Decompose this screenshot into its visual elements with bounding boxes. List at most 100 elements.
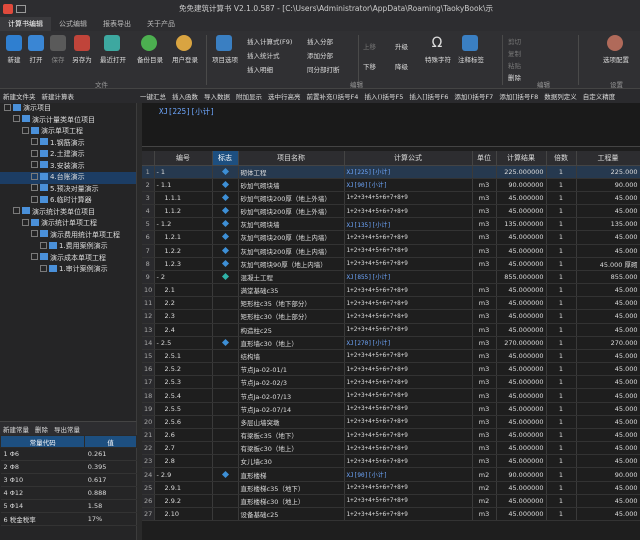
move-up-button[interactable]: 上移 bbox=[363, 41, 376, 51]
grid-cell[interactable]: 45.000000 bbox=[496, 454, 547, 469]
expand-toggle-icon[interactable] bbox=[31, 230, 38, 237]
editor-tool-2[interactable]: 导入数据 bbox=[201, 91, 233, 101]
grid-cell[interactable]: 1 bbox=[546, 191, 577, 206]
insert-detail-button[interactable]: 插入明细 bbox=[247, 64, 273, 74]
grid-cell[interactable]: - 1 bbox=[154, 165, 213, 179]
table-row[interactable]: 23 2.8 女儿墙c30 1+2+3+4+5+6+7+8+9 m3 45.000000 1… bbox=[142, 454, 640, 469]
grid-cell[interactable]: 45.000000 bbox=[496, 191, 547, 206]
grid-cell[interactable]: 1 bbox=[546, 257, 577, 271]
grid-cell[interactable]: 14 bbox=[142, 336, 155, 350]
expand-toggle-icon[interactable] bbox=[13, 207, 20, 214]
grid-cell[interactable]: 45.000 bbox=[576, 191, 640, 206]
flag-cell[interactable] bbox=[212, 323, 239, 337]
grid-cell[interactable]: 225.000000 bbox=[496, 165, 547, 179]
flag-cell[interactable] bbox=[212, 309, 239, 324]
grid-cell[interactable]: 灰加气砌块200厚（地上内墙） bbox=[238, 230, 345, 245]
constant-row[interactable]: 6 税金税率 17% bbox=[0, 512, 137, 526]
grid-cell[interactable]: 1+2+3+4+5+6+7+8+9 bbox=[344, 244, 473, 258]
grid-cell[interactable]: 7 bbox=[142, 244, 155, 258]
grid-cell[interactable]: 855.000000 bbox=[496, 270, 547, 285]
grid-cell[interactable]: 矩形柱c30（地上部分） bbox=[238, 309, 345, 324]
grid-header[interactable]: 项目名称 bbox=[238, 151, 345, 166]
expand-toggle-icon[interactable] bbox=[40, 264, 47, 272]
grid-cell[interactable]: m3 bbox=[472, 283, 497, 298]
grid-cell[interactable]: 45.000 bbox=[576, 454, 640, 469]
grid-cell[interactable]: 225.000 bbox=[576, 165, 640, 179]
grid-cell[interactable]: 45.000000 bbox=[496, 415, 547, 429]
grid-cell[interactable]: XJ[270][小计] bbox=[344, 336, 473, 350]
editor-tool-7[interactable]: 插入[]括号F6 bbox=[406, 91, 451, 101]
grid-cell[interactable]: 砂加气砌块200厚（地上外墙） bbox=[238, 191, 345, 206]
grid-cell[interactable]: 270.000 bbox=[576, 336, 640, 350]
open-button[interactable]: 打开 bbox=[24, 35, 48, 64]
tree-node[interactable]: 6.临时计算器 bbox=[0, 195, 136, 207]
grid-cell[interactable]: 45.000000 bbox=[496, 402, 547, 416]
grid-cell[interactable]: 1 bbox=[546, 309, 577, 324]
tree-node[interactable]: 演示项目 bbox=[0, 103, 136, 115]
grid-cell[interactable]: 2.7 bbox=[154, 441, 213, 456]
grid-cell[interactable]: m3 bbox=[472, 454, 497, 469]
grid-cell[interactable]: 节点Ja-02-02/3 bbox=[238, 375, 345, 390]
grid-header[interactable]: 计算公式 bbox=[344, 151, 473, 166]
grid-cell[interactable]: 11 bbox=[142, 296, 155, 311]
grid-cell[interactable]: 有梁板c35（地下） bbox=[238, 428, 345, 443]
grid-cell[interactable]: 135.000000 bbox=[496, 217, 547, 232]
flag-cell[interactable] bbox=[212, 481, 239, 495]
grid-cell[interactable]: 1 bbox=[546, 375, 577, 390]
constant-value[interactable]: 1.58 bbox=[84, 499, 137, 513]
grid-cell[interactable]: 20 bbox=[142, 415, 155, 429]
flag-cell[interactable] bbox=[212, 178, 239, 192]
grid-cell[interactable]: 直形楼梯c30（地上） bbox=[238, 494, 345, 508]
grid-cell[interactable]: 1+2+3+4+5+6+7+8+9 bbox=[344, 481, 473, 495]
delete-button[interactable]: 删除 bbox=[508, 72, 521, 82]
new-folder-button[interactable]: 新建文件夹 bbox=[0, 91, 39, 101]
grid-cell[interactable]: 灰加气砌块90厚（地上内墙） bbox=[238, 257, 345, 271]
formula-bar[interactable]: XJ[225][小计] bbox=[142, 103, 640, 147]
table-row[interactable]: 26 2.9.2 直形楼梯c30（地上） 1+2+3+4+5+6+7+8+9 m2 45.… bbox=[142, 494, 640, 508]
tree-node[interactable]: 演示统计类单位项目 bbox=[0, 207, 136, 219]
grid-cell[interactable]: 多层山墙突墩 bbox=[238, 415, 345, 429]
grid-cell[interactable]: 45.000000 bbox=[496, 323, 547, 337]
table-row[interactable]: 5- 1.2 灰加气砌块墙 XJ[135][小计] m3 135.000000 1 135.… bbox=[142, 217, 640, 232]
grid-cell[interactable]: 直形墙c30（地上） bbox=[238, 336, 345, 350]
upgrade-button[interactable]: 升级 bbox=[395, 41, 408, 51]
editor-tool-4[interactable]: 选中行高亮 bbox=[265, 91, 304, 101]
grid-cell[interactable]: m3 bbox=[472, 257, 497, 271]
grid-cell[interactable]: 1 bbox=[546, 270, 577, 285]
grid-cell[interactable]: 8 bbox=[142, 257, 155, 271]
grid-cell[interactable]: m3 bbox=[472, 507, 497, 522]
grid-header[interactable] bbox=[142, 151, 155, 166]
expand-toggle-icon[interactable] bbox=[31, 161, 38, 168]
flag-cell[interactable] bbox=[212, 415, 239, 429]
grid-header[interactable]: 倍数 bbox=[546, 151, 577, 166]
save-button[interactable]: 保存 bbox=[46, 35, 70, 64]
tree-node[interactable]: 演示费用统计单项工程 bbox=[0, 230, 136, 242]
grid-cell[interactable]: 1 bbox=[546, 178, 577, 192]
grid-cell[interactable]: 1 bbox=[546, 217, 577, 232]
grid-cell[interactable]: 45.000000 bbox=[496, 349, 547, 364]
grid-cell[interactable]: 灰加气砌块200厚（地上内墙） bbox=[238, 244, 345, 258]
table-row[interactable]: 1- 1 砌体工程 XJ[225][小计] 225.000000 1 225.000 bbox=[142, 165, 640, 179]
grid-cell[interactable]: 45.000 bbox=[576, 296, 640, 311]
grid-cell[interactable]: m3 bbox=[472, 415, 497, 429]
grid-cell[interactable]: 2.2 bbox=[154, 296, 213, 311]
grid-cell[interactable]: 45.000000 bbox=[496, 441, 547, 456]
grid-cell[interactable]: 1 bbox=[546, 204, 577, 219]
grid-cell[interactable]: 2.3 bbox=[154, 309, 213, 324]
grid-cell[interactable]: m3 bbox=[472, 217, 497, 232]
grid-cell[interactable]: 45.000 bbox=[576, 362, 640, 377]
grid-cell[interactable]: 1 bbox=[546, 336, 577, 350]
project-options-button[interactable]: 项目选项 bbox=[212, 35, 238, 64]
constant-value[interactable]: 0.395 bbox=[84, 460, 137, 474]
grid-cell[interactable]: 节点Ja-02-07/13 bbox=[238, 388, 345, 403]
grid-cell[interactable]: 45.000 厚砌 bbox=[576, 257, 640, 271]
flag-cell[interactable] bbox=[212, 402, 239, 416]
constant-code[interactable]: 3 Φ10 bbox=[0, 473, 85, 487]
grid-cell[interactable]: 1+2+3+4+5+6+7+8+9 bbox=[344, 507, 473, 522]
grid-cell[interactable]: 45.000 bbox=[576, 230, 640, 245]
flag-cell[interactable] bbox=[212, 270, 239, 285]
grid-cell[interactable]: m3 bbox=[472, 336, 497, 350]
tab-calc-edit[interactable]: 计算书编辑 bbox=[0, 17, 51, 31]
grid-header[interactable]: 计算结果 bbox=[496, 151, 547, 166]
grid-cell[interactable]: 1+2+3+4+5+6+7+8+9 bbox=[344, 296, 473, 311]
